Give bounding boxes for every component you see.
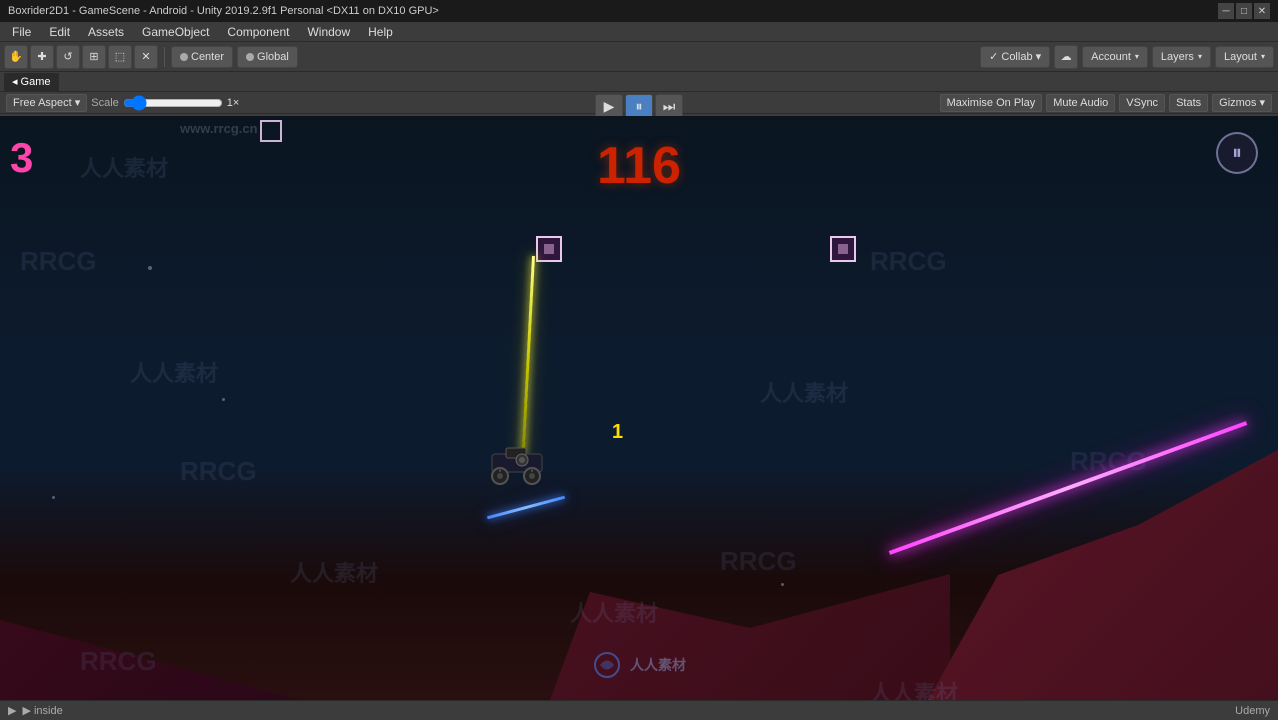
minimize-button[interactable]: ─ xyxy=(1218,3,1234,19)
terrain-left xyxy=(0,500,300,700)
laser-blue xyxy=(487,496,565,520)
layout-label: Layout xyxy=(1224,51,1257,63)
gizmos-dropdown[interactable]: Gizmos ▾ xyxy=(1212,94,1272,112)
collab-label: Collab ▾ xyxy=(1001,50,1041,63)
toolbar: ✋ ✚ ↺ ⊞ ⬚ ✕ Center Global ▶ ⏸ ⏭ ✓ Collab… xyxy=(0,42,1278,72)
scene-toolbar-right: Maximise On Play Mute Audio VSync Stats … xyxy=(940,94,1272,112)
particle-3 xyxy=(52,496,55,499)
hand-tool[interactable]: ✋ xyxy=(4,45,28,69)
udemy-label: Udemy xyxy=(1235,705,1270,717)
menu-gameobject[interactable]: GameObject xyxy=(134,23,217,41)
inside-label: ▶ inside xyxy=(22,704,62,717)
layout-dropdown[interactable]: Layout ▾ xyxy=(1215,46,1274,68)
maximize-button[interactable]: □ xyxy=(1236,3,1252,19)
watermark-2: RRCG xyxy=(20,246,97,277)
statusbar-right: Udemy xyxy=(1235,705,1270,717)
tabs-bar: ◂ Game xyxy=(0,72,1278,92)
collab-check-icon: ✓ xyxy=(989,50,998,63)
account-caret-icon: ▾ xyxy=(1135,52,1139,61)
statusbar: ▶ ▶ inside Udemy xyxy=(0,700,1278,720)
watermark-url: www.rrcg.cn xyxy=(180,121,258,136)
close-button[interactable]: ✕ xyxy=(1254,3,1270,19)
global-dot xyxy=(246,53,254,61)
toolbar-right: ✓ Collab ▾ ☁ Account ▾ Layers ▾ Layout ▾ xyxy=(980,45,1274,69)
game-tab[interactable]: ◂ Game xyxy=(4,73,59,91)
aspect-caret-icon: ▾ xyxy=(75,96,81,109)
layout-caret-icon: ▾ xyxy=(1261,52,1265,61)
mute-audio-button[interactable]: Mute Audio xyxy=(1046,94,1115,112)
watermark-5: 人人素材 xyxy=(290,556,378,588)
menu-component[interactable]: Component xyxy=(219,23,297,41)
game-canvas: www.rrcg.cn 人人素材 RRCG 人人素材 RRCG 人人素材 RRC… xyxy=(0,116,1278,700)
watermark-1: 人人素材 xyxy=(80,151,168,183)
game-viewport: www.rrcg.cn 人人素材 RRCG 人人素材 RRCG 人人素材 RRC… xyxy=(0,116,1278,700)
toolbar-sep-1 xyxy=(164,47,165,67)
scale-slider[interactable] xyxy=(123,97,223,109)
transform-tool[interactable]: ✕ xyxy=(134,45,158,69)
vsync-button[interactable]: VSync xyxy=(1119,94,1165,112)
play-controls: ▶ ⏸ ⏭ xyxy=(595,94,683,118)
layers-label: Layers xyxy=(1161,51,1194,63)
menu-edit[interactable]: Edit xyxy=(41,23,78,41)
window-controls: ─ □ ✕ xyxy=(1218,3,1270,19)
move-tool[interactable]: ✚ xyxy=(30,45,54,69)
watermark-8: 人人素材 xyxy=(760,376,848,408)
particle-4 xyxy=(781,583,784,586)
score-display: 116 xyxy=(597,136,681,196)
stats-button[interactable]: Stats xyxy=(1169,94,1208,112)
watermark-3: 人人素材 xyxy=(130,356,218,388)
transform-tools: ✋ ✚ ↺ ⊞ ⬚ ✕ xyxy=(4,45,158,69)
laser-yellow xyxy=(522,256,535,456)
global-label: Global xyxy=(257,51,289,63)
center-dot xyxy=(180,53,188,61)
center-toggle[interactable]: Center xyxy=(171,46,233,68)
bottom-watermark: 人人素材 xyxy=(592,650,686,680)
account-label: Account xyxy=(1091,51,1131,63)
back-arrow-icon: ◂ xyxy=(12,75,18,88)
target-box-2 xyxy=(830,236,856,262)
title-text: Boxrider2D1 - GameScene - Android - Unit… xyxy=(8,5,439,17)
maximise-on-play-button[interactable]: Maximise On Play xyxy=(940,94,1043,112)
watermark-7: RRCG xyxy=(870,246,947,277)
menu-help[interactable]: Help xyxy=(360,23,401,41)
scale-value: 1× xyxy=(227,97,240,109)
ui-box-top xyxy=(260,120,282,142)
rotate-tool[interactable]: ↺ xyxy=(56,45,80,69)
scale-tool[interactable]: ⊞ xyxy=(82,45,106,69)
terrain-right xyxy=(928,450,1278,700)
pause-button[interactable]: ⏸ xyxy=(625,94,653,118)
play-icon: ▶ xyxy=(8,704,16,717)
watermark-9: RRCG xyxy=(720,546,797,577)
collab-button[interactable]: ✓ Collab ▾ xyxy=(980,46,1050,68)
scale-label: Scale xyxy=(91,97,119,109)
menubar: File Edit Assets GameObject Component Wi… xyxy=(0,22,1278,42)
target-box-1 xyxy=(536,236,562,262)
menu-file[interactable]: File xyxy=(4,23,39,41)
aspect-label: Free Aspect xyxy=(13,97,72,109)
rect-tool[interactable]: ⬚ xyxy=(108,45,132,69)
cloud-button[interactable]: ☁ xyxy=(1054,45,1078,69)
play-button[interactable]: ▶ xyxy=(595,94,623,118)
menu-assets[interactable]: Assets xyxy=(80,23,132,41)
menu-window[interactable]: Window xyxy=(299,23,358,41)
in-game-pause-button[interactable] xyxy=(1216,132,1258,174)
layers-caret-icon: ▾ xyxy=(1198,52,1202,61)
bottom-watermark-text: 人人素材 xyxy=(630,655,686,675)
particle-2 xyxy=(222,398,225,401)
lives-display: 3 xyxy=(10,134,33,182)
vehicle xyxy=(484,446,544,476)
float-number: 1 xyxy=(612,421,623,444)
titlebar: Boxrider2D1 - GameScene - Android - Unit… xyxy=(0,0,1278,22)
layers-dropdown[interactable]: Layers ▾ xyxy=(1152,46,1211,68)
account-dropdown[interactable]: Account ▾ xyxy=(1082,46,1148,68)
aspect-dropdown[interactable]: Free Aspect ▾ xyxy=(6,94,87,112)
center-label: Center xyxy=(191,51,224,63)
game-tab-label: Game xyxy=(21,76,51,88)
watermark-4: RRCG xyxy=(180,456,257,487)
global-toggle[interactable]: Global xyxy=(237,46,298,68)
step-button[interactable]: ⏭ xyxy=(655,94,683,118)
particle-1 xyxy=(148,266,152,270)
